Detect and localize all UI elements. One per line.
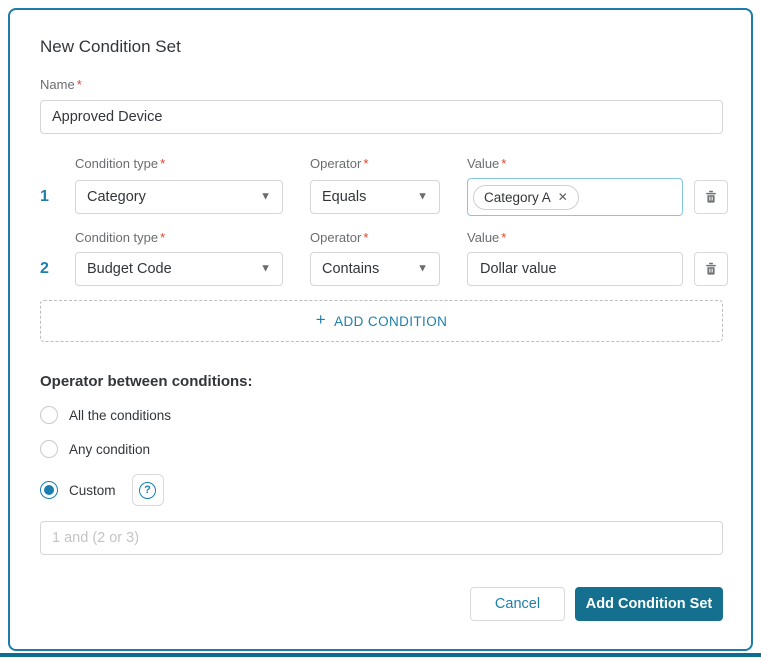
chevron-down-icon: ▼: [417, 262, 428, 275]
cancel-button[interactable]: Cancel: [470, 587, 565, 621]
name-field-block: Name *: [40, 77, 723, 134]
dialog-title: New Condition Set: [40, 37, 181, 56]
custom-help-button[interactable]: ?: [131, 474, 164, 506]
add-condition-label: ADD CONDITION: [334, 313, 448, 329]
condition-type-select[interactable]: Category ▼: [75, 180, 283, 214]
chevron-down-icon: ▼: [417, 190, 428, 203]
operator-label-text: Operator: [310, 156, 362, 171]
trash-icon: [706, 190, 716, 203]
radio-button-selected[interactable]: [40, 481, 58, 499]
value-label: Value *: [467, 156, 683, 178]
required-asterisk: *: [160, 230, 166, 245]
value-input[interactable]: Category A ✕: [467, 178, 683, 216]
required-asterisk: *: [501, 156, 507, 171]
value-input[interactable]: [467, 252, 683, 286]
operator-between-conditions-heading: Operator between conditions:: [40, 373, 253, 390]
condition-row-number: 2: [40, 260, 49, 277]
required-asterisk: *: [363, 156, 369, 171]
add-condition-set-button[interactable]: Add Condition Set: [575, 587, 723, 621]
condition-row-2: Condition type * Operator * Value * 2 Budge…: [40, 230, 728, 286]
add-condition-button[interactable]: + ADD CONDITION: [40, 300, 723, 342]
delete-condition-button[interactable]: [694, 252, 728, 286]
radio-option-all-the-conditions[interactable]: All the conditions: [40, 406, 723, 424]
new-condition-set-dialog: New Condition Set Name* Condition type* …: [8, 8, 753, 651]
delete-condition-button[interactable]: [694, 180, 728, 214]
required-asterisk: *: [363, 230, 369, 245]
custom-expression-input[interactable]: [40, 521, 723, 555]
condition-type-value: Budget Code: [87, 261, 172, 277]
condition-row-number: 1: [40, 188, 49, 205]
condition-type-select[interactable]: Budget Code ▼: [75, 252, 283, 286]
operator-select[interactable]: Contains ▼: [310, 252, 440, 286]
operator-label-text: Operator: [310, 230, 362, 245]
radio-option-custom[interactable]: Custom ?: [40, 474, 723, 506]
operator-label: Operator *: [310, 230, 440, 252]
required-asterisk: *: [501, 230, 507, 245]
value-label-text: Value: [467, 230, 500, 245]
name-input[interactable]: [40, 100, 723, 134]
condition-type-label: Condition type *: [75, 230, 283, 252]
radio-button[interactable]: [40, 440, 58, 458]
chevron-down-icon: ▼: [260, 262, 271, 275]
required-asterisk: *: [76, 77, 82, 92]
page-divider-bar: [0, 653, 761, 657]
value-label-text: Value: [467, 156, 500, 171]
condition-type-label: Condition type *: [75, 156, 283, 178]
condition-row-1: Condition type * Operator * Value * 1 Categ…: [40, 156, 728, 216]
radio-label: Any condition: [69, 441, 151, 457]
value-label: Value *: [467, 230, 683, 252]
value-text-input[interactable]: [473, 253, 677, 285]
operator-label: Operator *: [310, 156, 440, 178]
value-chip-label: Category A: [484, 189, 551, 205]
custom-expression-block: [40, 521, 723, 555]
condition-type-value: Category: [87, 189, 146, 205]
trash-icon: [706, 262, 716, 275]
operator-select[interactable]: Equals ▼: [310, 180, 440, 214]
operator-value: Equals: [322, 189, 367, 205]
page: New Condition Set Name* Condition type* …: [0, 0, 761, 664]
radio-label: All the conditions: [69, 407, 172, 423]
radio-button[interactable]: [40, 406, 58, 424]
required-asterisk: *: [160, 156, 166, 171]
radio-label: Custom: [69, 482, 116, 498]
name-label: Name *: [40, 77, 723, 92]
operator-value: Contains: [322, 261, 380, 277]
chip-remove-icon[interactable]: ✕: [558, 191, 568, 203]
condition-type-label-text: Condition type: [75, 156, 159, 171]
help-icon: ?: [139, 481, 157, 499]
value-chip: Category A ✕: [473, 184, 579, 210]
radio-option-any-condition[interactable]: Any condition: [40, 440, 723, 458]
chevron-down-icon: ▼: [260, 190, 271, 203]
plus-icon: +: [315, 310, 327, 329]
name-label-text: Name: [40, 77, 75, 92]
dialog-footer: Cancel Add Condition Set: [40, 587, 723, 621]
condition-type-label-text: Condition type: [75, 230, 159, 245]
